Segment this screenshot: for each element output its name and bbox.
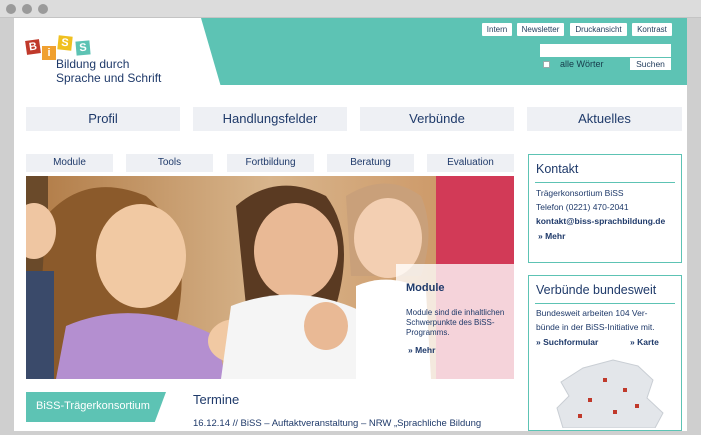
web-page: B i S S Bildung durch Sprache und Schrif…	[14, 18, 687, 431]
sub-nav-module[interactable]: Module	[26, 154, 113, 172]
logo-text: Bildung durch Sprache und Schrift	[56, 57, 161, 85]
kontakt-divider	[535, 182, 675, 183]
termine-entry[interactable]: 16.12.14 // BiSS – Auftaktveranstaltung …	[193, 418, 481, 429]
search-input[interactable]	[540, 44, 671, 57]
meta-nav-intern[interactable]: Intern	[482, 23, 512, 36]
kontakt-box: Kontakt Trägerkonsortium BiSS Telefon (0…	[528, 154, 682, 263]
sub-nav-tools[interactable]: Tools	[126, 154, 213, 172]
module-teaser-title: Module	[406, 282, 445, 294]
logo-letter-i: i	[42, 46, 56, 60]
biss-logo[interactable]: B i S S Bildung durch Sprache und Schrif…	[25, 35, 196, 91]
minimize-window-icon[interactable]	[22, 4, 32, 14]
logo-line-2: Sprache und Schrift	[56, 71, 162, 85]
main-nav-handlungsfelder[interactable]: Handlungsfelder	[193, 107, 347, 131]
maximize-window-icon[interactable]	[38, 4, 48, 14]
main-nav-profil[interactable]: Profil	[26, 107, 180, 131]
sub-nav-evaluation[interactable]: Evaluation	[427, 154, 514, 172]
verbuende-divider	[535, 303, 675, 304]
all-words-label: alle Wörter	[560, 59, 604, 69]
logo-letter-s1: S	[57, 35, 73, 51]
logo-letter-b: B	[25, 39, 41, 55]
browser-toolbar	[0, 0, 701, 18]
module-more-link[interactable]: » Mehr	[408, 345, 435, 355]
window-frame-right	[687, 18, 701, 435]
meta-nav-newsletter[interactable]: Newsletter	[517, 23, 564, 36]
kontakt-email-link[interactable]: kontakt@biss-sprachbildung.de	[536, 216, 665, 226]
close-window-icon[interactable]	[6, 4, 16, 14]
meta-nav-druckansicht[interactable]: Druckansicht	[570, 23, 627, 36]
kontakt-phone: Telefon (0221) 470-2041	[536, 202, 629, 212]
window-frame-bottom	[0, 431, 701, 435]
kontakt-more-link[interactable]: » Mehr	[538, 231, 565, 241]
all-words-checkbox[interactable]	[543, 61, 550, 68]
kontakt-org: Trägerkonsortium BiSS	[536, 188, 624, 198]
verbuende-text-2: bünde in der BiSS-Initiative mit.	[536, 322, 655, 332]
sub-nav-beratung[interactable]: Beratung	[327, 154, 414, 172]
main-nav-verbuende[interactable]: Verbünde	[360, 107, 514, 131]
hero-image: Module Module sind die inhaltlichen Schw…	[26, 176, 514, 379]
traegerkonsortium-label: BiSS-Trägerkonsortium	[36, 400, 150, 412]
verbuende-title: Verbünde bundesweit	[536, 283, 657, 297]
logo-line-1: Bildung durch	[56, 57, 130, 71]
logo-letter-s2: S	[75, 40, 91, 56]
verbuende-search-link[interactable]: » Suchformular	[536, 337, 598, 347]
main-nav-aktuelles[interactable]: Aktuelles	[527, 107, 682, 131]
meta-nav-kontrast[interactable]: Kontrast	[632, 23, 672, 36]
germany-map[interactable]	[543, 358, 673, 428]
verbuende-box: Verbünde bundesweit Bundesweit arbeiten …	[528, 275, 682, 431]
termine-heading: Termine	[193, 392, 240, 407]
search-button[interactable]: Suchen	[630, 58, 671, 70]
sub-nav-fortbildung[interactable]: Fortbildung	[227, 154, 314, 172]
verbuende-text-1: Bundesweit arbeiten 104 Ver-	[536, 308, 648, 318]
module-teaser[interactable]: Module Module sind die inhaltlichen Schw…	[396, 264, 514, 379]
window-frame-left	[0, 18, 14, 435]
verbuende-map-link[interactable]: » Karte	[630, 337, 659, 347]
kontakt-title: Kontakt	[536, 162, 579, 176]
module-teaser-text: Module sind die inhaltlichen Schwerpunkt…	[406, 308, 505, 337]
traegerkonsortium-tab[interactable]: BiSS-Trägerkonsortium	[26, 392, 166, 422]
